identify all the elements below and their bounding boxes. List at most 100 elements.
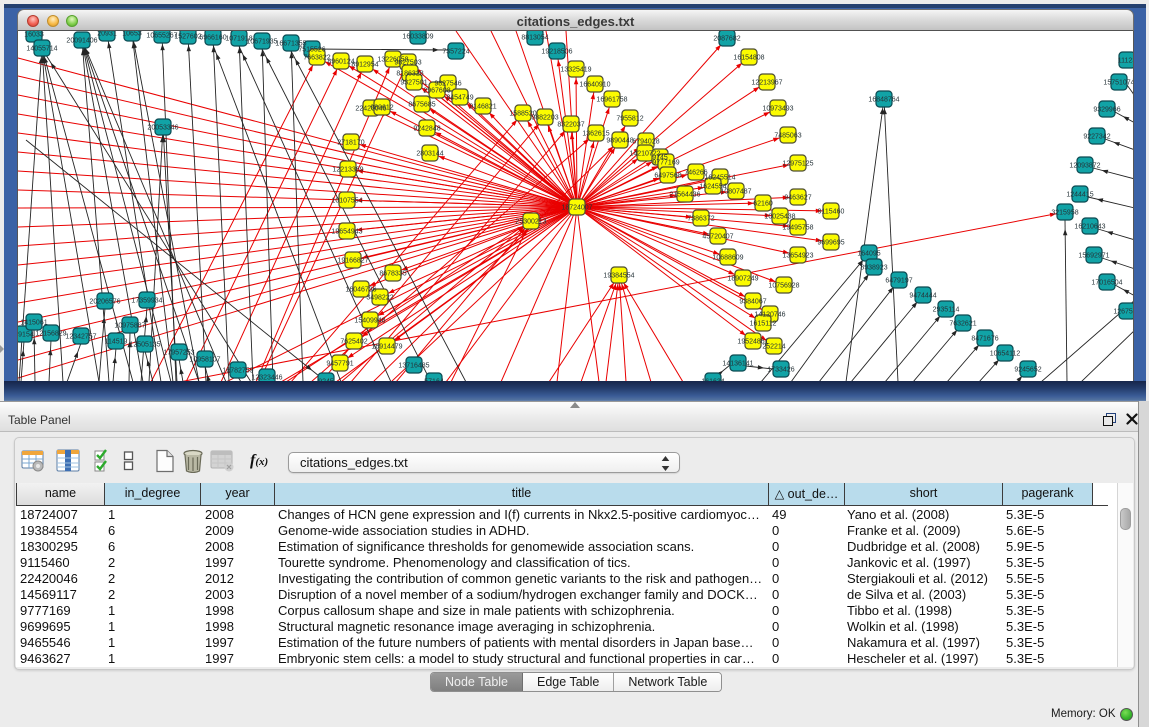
svg-text:2718170: 2718170 xyxy=(337,140,364,147)
svg-text:1244415: 1244415 xyxy=(1066,192,1093,199)
svg-text:20206576: 20206576 xyxy=(89,299,120,306)
svg-text:19495758: 19495758 xyxy=(782,225,813,232)
svg-text:6497568: 6497568 xyxy=(654,173,681,180)
svg-text:19218506: 19218506 xyxy=(541,49,572,56)
svg-text:18907249: 18907249 xyxy=(727,276,758,283)
svg-text:14055714: 14055714 xyxy=(26,46,57,53)
svg-text:9882203: 9882203 xyxy=(531,115,558,122)
svg-text:10671935: 10671935 xyxy=(246,39,277,46)
svg-text:9327501: 9327501 xyxy=(400,80,427,87)
svg-text:7515526: 7515526 xyxy=(298,47,325,54)
svg-text:9115460: 9115460 xyxy=(818,209,845,216)
svg-text:9699695: 9699695 xyxy=(817,240,844,247)
svg-text:11123: 11123 xyxy=(1118,58,1134,65)
svg-text:45720407: 45720407 xyxy=(702,234,733,241)
svg-text:9384067: 9384067 xyxy=(739,299,766,306)
svg-text:114519: 114519 xyxy=(105,339,128,346)
svg-text:19654943: 19654943 xyxy=(331,229,362,236)
svg-text:9890448: 9890448 xyxy=(606,138,633,145)
svg-text:6794028: 6794028 xyxy=(632,139,659,146)
svg-text:12156829: 12156829 xyxy=(35,331,66,338)
svg-text:10653: 10653 xyxy=(122,31,142,38)
svg-text:2087682: 2087682 xyxy=(713,36,740,43)
svg-text:14136141: 14136141 xyxy=(722,361,753,368)
svg-text:9227342: 9227342 xyxy=(1083,134,1110,141)
svg-text:8678335: 8678335 xyxy=(379,271,406,278)
svg-text:7632621: 7632621 xyxy=(949,321,976,328)
svg-text:9827503: 9827503 xyxy=(394,60,421,67)
svg-text:13654923: 13654923 xyxy=(782,253,813,260)
svg-text:13325419: 13325419 xyxy=(560,67,591,74)
svg-text:8322037: 8322037 xyxy=(557,122,584,129)
svg-text:10975887: 10975887 xyxy=(114,323,145,330)
svg-text:8675685: 8675685 xyxy=(408,102,435,109)
svg-text:8454749: 8454749 xyxy=(446,95,473,102)
svg-text:12975125: 12975125 xyxy=(782,161,813,168)
svg-text:15692971: 15692971 xyxy=(1078,253,1109,260)
svg-text:10973493: 10973493 xyxy=(762,106,793,113)
svg-text:7386372: 7386372 xyxy=(687,216,714,223)
svg-text:39154: 39154 xyxy=(18,332,34,339)
svg-text:16210643: 16210643 xyxy=(1074,224,1105,231)
svg-text:10025438: 10025438 xyxy=(764,214,795,221)
svg-text:252214: 252214 xyxy=(762,344,785,351)
svg-text:2935114: 2935114 xyxy=(933,307,960,314)
svg-text:17016504: 17016504 xyxy=(1091,280,1122,287)
svg-text:2803144: 2803144 xyxy=(416,151,443,158)
svg-text:20091406: 20091406 xyxy=(66,38,97,45)
svg-text:9245652: 9245652 xyxy=(1014,367,1041,374)
svg-text:16961758: 16961758 xyxy=(596,97,627,104)
svg-text:16154808: 16154808 xyxy=(733,55,764,62)
svg-text:12342757: 12342757 xyxy=(65,334,96,341)
svg-text:9474444: 9474444 xyxy=(909,293,936,300)
svg-text:25300213: 25300213 xyxy=(515,219,546,226)
svg-text:6479197: 6479197 xyxy=(885,278,912,285)
svg-text:12213967: 12213967 xyxy=(751,80,782,87)
svg-text:3215958: 3215958 xyxy=(1051,210,1078,217)
svg-text:16848764: 16848764 xyxy=(868,97,899,104)
svg-text:15751074: 15751074 xyxy=(1103,80,1134,87)
svg-text:20053346: 20053346 xyxy=(147,125,178,132)
svg-text:8938923: 8938923 xyxy=(860,265,887,272)
svg-text:1527602: 1527602 xyxy=(174,34,201,41)
svg-text:3498222: 3498222 xyxy=(366,295,393,302)
svg-text:13716485: 13716485 xyxy=(398,363,429,370)
svg-text:16782759: 16782759 xyxy=(222,368,253,375)
svg-text:9329966: 9329966 xyxy=(1093,107,1120,114)
svg-text:62160: 62160 xyxy=(753,201,773,208)
svg-text:7625402: 7625402 xyxy=(340,339,367,346)
svg-text:12093872: 12093872 xyxy=(1069,163,1100,170)
svg-text:10756928: 10756928 xyxy=(768,283,799,290)
svg-text:18724007: 18724007 xyxy=(561,205,592,212)
svg-text:9827546: 9827546 xyxy=(434,81,461,88)
svg-text:1733426: 1733426 xyxy=(767,367,794,374)
svg-text:2967608: 2967608 xyxy=(423,88,450,95)
svg-text:10655267: 10655267 xyxy=(146,33,177,40)
svg-text:9457791: 9457791 xyxy=(326,361,353,368)
svg-text:8813054: 8813054 xyxy=(521,35,548,42)
svg-text:17957253: 17957253 xyxy=(163,350,194,357)
svg-text:14120746: 14120746 xyxy=(754,312,785,319)
svg-text:19166827: 19166827 xyxy=(337,258,368,265)
svg-text:1415061: 1415061 xyxy=(20,320,47,327)
svg-text:12213369: 12213369 xyxy=(332,167,363,174)
svg-text:16245514: 16245514 xyxy=(704,175,735,182)
svg-text:8186328: 8186328 xyxy=(396,71,423,78)
svg-text:21564436: 21564436 xyxy=(669,192,700,199)
svg-text:7357224: 7357224 xyxy=(442,49,469,56)
svg-text:1362615: 1362615 xyxy=(582,131,609,138)
svg-text:9777169: 9777169 xyxy=(652,160,679,167)
svg-text:10107554: 10107554 xyxy=(331,198,362,205)
svg-text:8912954: 8912954 xyxy=(351,62,378,69)
svg-text:19384554: 19384554 xyxy=(603,273,634,280)
svg-text:9146821: 9146821 xyxy=(469,104,496,111)
svg-text:9242848: 9242848 xyxy=(413,126,440,133)
svg-text:10958107: 10958107 xyxy=(189,357,220,364)
svg-text:16033: 16033 xyxy=(24,32,44,39)
svg-text:6966160: 6966160 xyxy=(199,35,226,42)
svg-text:7955812: 7955812 xyxy=(616,116,643,123)
svg-text:17359934: 17359934 xyxy=(131,298,162,305)
svg-text:746266: 746266 xyxy=(684,170,707,177)
svg-text:1624554: 1624554 xyxy=(699,184,726,191)
svg-text:9463627: 9463627 xyxy=(784,195,811,202)
